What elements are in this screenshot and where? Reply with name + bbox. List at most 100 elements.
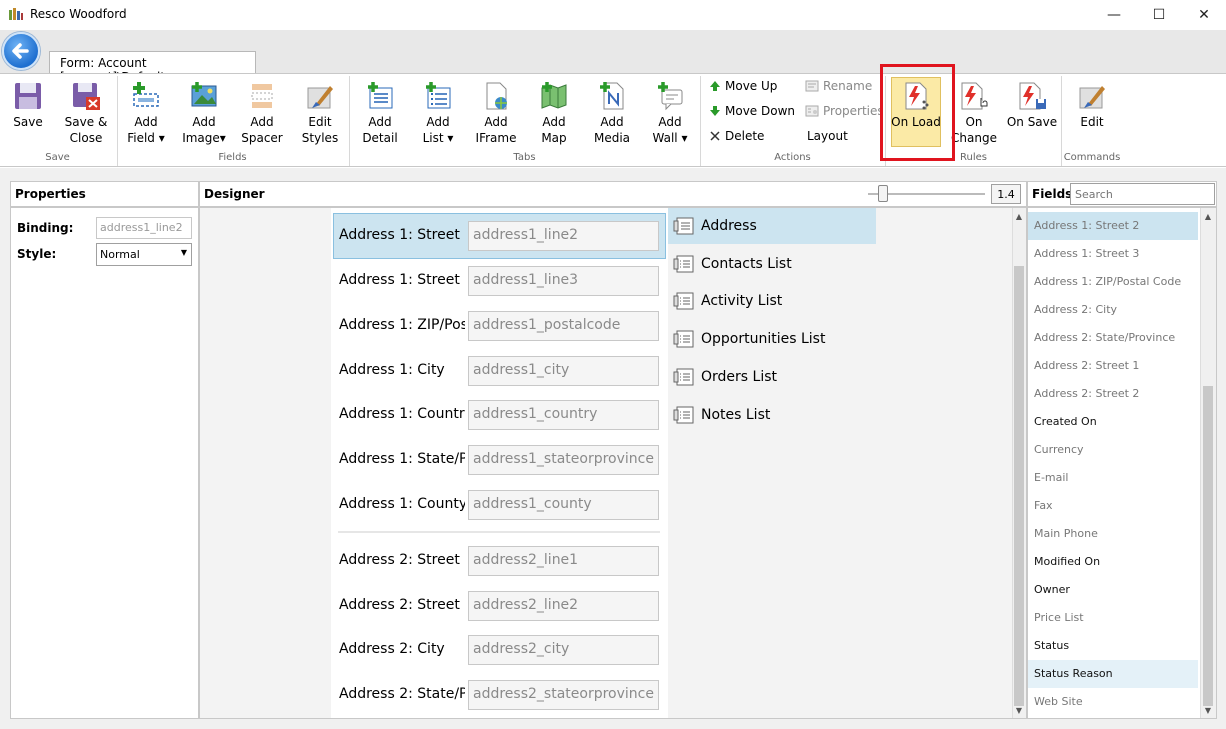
field-list-item[interactable]: Created On [1028, 408, 1198, 436]
field-list-item[interactable]: E-mail [1028, 464, 1198, 492]
add-detail-button[interactable]: Add Detail [353, 80, 407, 146]
scroll-up-icon[interactable]: ▲ [1013, 212, 1025, 221]
add-spacer-label-2: Spacer [241, 131, 283, 145]
edit-styles-button[interactable]: Edit Styles [293, 80, 347, 146]
field-list-item[interactable]: Address 1: Street 2 [1028, 212, 1198, 240]
tab-contacts-list[interactable]: Contacts List [671, 247, 876, 281]
minimize-button[interactable]: — [1091, 0, 1137, 30]
commands-group-label: Commands [1063, 152, 1121, 163]
designer-scrollbar-thumb[interactable] [1014, 266, 1024, 706]
field-list-item[interactable]: Currency [1028, 436, 1198, 464]
form-row[interactable]: Address 1: Street 2 address1_line2 [333, 214, 666, 258]
field-list-item[interactable]: Modified On [1028, 548, 1198, 576]
field-binding: address2_line2 [468, 591, 659, 621]
field-label: Address 1: City [339, 362, 445, 378]
layout-button[interactable]: Layout [807, 129, 848, 143]
on-save-label: On Save [1006, 115, 1058, 129]
style-select[interactable]: Normal ▼ [96, 243, 192, 266]
delete-button[interactable]: Delete [709, 129, 764, 143]
form-row[interactable]: Address 2: City address2_city [333, 628, 666, 672]
fields-search-input[interactable] [1070, 183, 1215, 205]
form-row[interactable]: Address 1: State/Provinceaddress1_stateo… [333, 438, 666, 482]
add-map-button[interactable]: Add Map [527, 80, 581, 146]
field-list-item[interactable]: Address 2: City [1028, 296, 1198, 324]
scroll-down-icon[interactable]: ▼ [1013, 706, 1025, 715]
add-wall-button[interactable]: Add Wall ▾ [643, 80, 697, 146]
field-label: Address 2: State/Province [339, 686, 465, 702]
add-media-label-2: Media [593, 131, 631, 145]
field-list-item[interactable]: Address 2: Street 2 [1028, 380, 1198, 408]
field-list-item[interactable]: Main Phone [1028, 520, 1198, 548]
binding-field[interactable]: address1_line2 [96, 217, 192, 239]
fields-scrollbar-thumb[interactable] [1203, 386, 1213, 706]
wall-comment-icon [658, 82, 683, 111]
field-label: Address 2: Street 1 [339, 552, 465, 568]
field-binding: address1_county [468, 490, 659, 520]
field-binding: address1_city [468, 356, 659, 386]
field-binding: address1_line2 [468, 221, 659, 251]
media-icon [600, 82, 624, 110]
back-arrow-icon [12, 43, 29, 59]
add-iframe-button[interactable]: Add IFrame [469, 80, 523, 146]
on-change-button[interactable]: On Change [947, 80, 1001, 146]
tab-orders-list[interactable]: Orders List [671, 360, 876, 394]
close-button[interactable]: ✕ [1181, 0, 1226, 30]
field-label: Address 2: City [339, 641, 445, 657]
back-button[interactable] [2, 32, 40, 70]
field-list-item[interactable]: Owner [1028, 576, 1198, 604]
form-row[interactable]: Address 2: Street 1 address2_line1 [333, 539, 666, 583]
field-label: Address 1: ZIP/Postal Code [339, 317, 465, 333]
move-down-button[interactable]: Move Down [709, 104, 795, 118]
on-save-button[interactable]: On Save [1005, 80, 1059, 130]
add-image-button[interactable]: Add Image▾ [177, 80, 231, 146]
field-list-item[interactable]: Web Site [1028, 688, 1198, 716]
form-row[interactable]: Address 1: Street 3 address1_line3 [333, 259, 666, 303]
edit-commands-button[interactable]: Edit [1065, 80, 1119, 130]
tab-address[interactable]: Address [671, 209, 876, 243]
move-up-button[interactable]: Move Up [709, 79, 777, 93]
delete-label: Delete [725, 129, 765, 143]
form-row[interactable]: Address 1: Country address1_country [333, 393, 666, 437]
properties-button[interactable]: Properties [805, 104, 884, 118]
tab-notes-list[interactable]: Notes List [671, 398, 876, 432]
scroll-up-icon[interactable]: ▲ [1201, 212, 1215, 221]
add-list-button[interactable]: Add List ▾ [411, 80, 465, 146]
field-binding: address1_country [468, 400, 659, 430]
add-wall-label-1: Add [658, 115, 682, 129]
paintbrush-icon [307, 86, 333, 109]
tab-label: Opportunities List [701, 331, 826, 347]
form-row[interactable]: Address 2: State/Provinceaddress2_stateo… [333, 673, 666, 717]
field-list-item[interactable]: Address 2: Street 1 [1028, 352, 1198, 380]
delete-x-icon [710, 131, 720, 141]
ribbon-separator [1061, 76, 1062, 166]
save-and-close-button[interactable]: Save & Close [59, 80, 113, 146]
field-list-item[interactable]: Address 2: State/Province [1028, 324, 1198, 352]
field-list-item[interactable]: Price List [1028, 604, 1198, 632]
field-list-item[interactable]: Address 1: Street 3 [1028, 240, 1198, 268]
style-select-value: Normal [100, 248, 140, 261]
save-group-label: Save [45, 152, 70, 163]
form-row[interactable]: Address 1: County address1_county [333, 483, 666, 527]
maximize-button[interactable]: ☐ [1136, 0, 1182, 30]
rename-button[interactable]: Rename [805, 79, 872, 93]
form-tab[interactable]: Form: Account [account]\Default [49, 51, 256, 84]
add-wall-label-2: Wall ▾ [652, 131, 688, 145]
save-button[interactable]: Save [1, 80, 55, 130]
scroll-down-icon[interactable]: ▼ [1201, 706, 1215, 715]
add-spacer-button[interactable]: Add Spacer [235, 80, 289, 146]
tab-activity-list[interactable]: Activity List [671, 284, 876, 318]
form-row[interactable]: Address 2: Street 2 address2_line2 [333, 584, 666, 628]
properties-icon [805, 105, 819, 117]
tab-label: Address [701, 218, 757, 234]
form-row[interactable]: Address 1: City address1_city [333, 349, 666, 393]
form-row[interactable]: Address 1: ZIP/Postal Codeaddress1_posta… [333, 304, 666, 348]
add-field-button[interactable]: Add Field ▾ [119, 80, 173, 146]
zoom-slider-thumb[interactable] [878, 185, 888, 202]
field-list-item[interactable]: Status [1028, 632, 1198, 660]
field-binding: address1_stateorprovince [468, 445, 659, 475]
tab-opportunities-list[interactable]: Opportunities List [671, 322, 876, 356]
add-media-button[interactable]: Add Media [585, 80, 639, 146]
field-list-item[interactable]: Address 1: ZIP/Postal Code [1028, 268, 1198, 296]
field-list-item[interactable]: Fax [1028, 492, 1198, 520]
field-list-item[interactable]: Status Reason [1028, 660, 1198, 688]
